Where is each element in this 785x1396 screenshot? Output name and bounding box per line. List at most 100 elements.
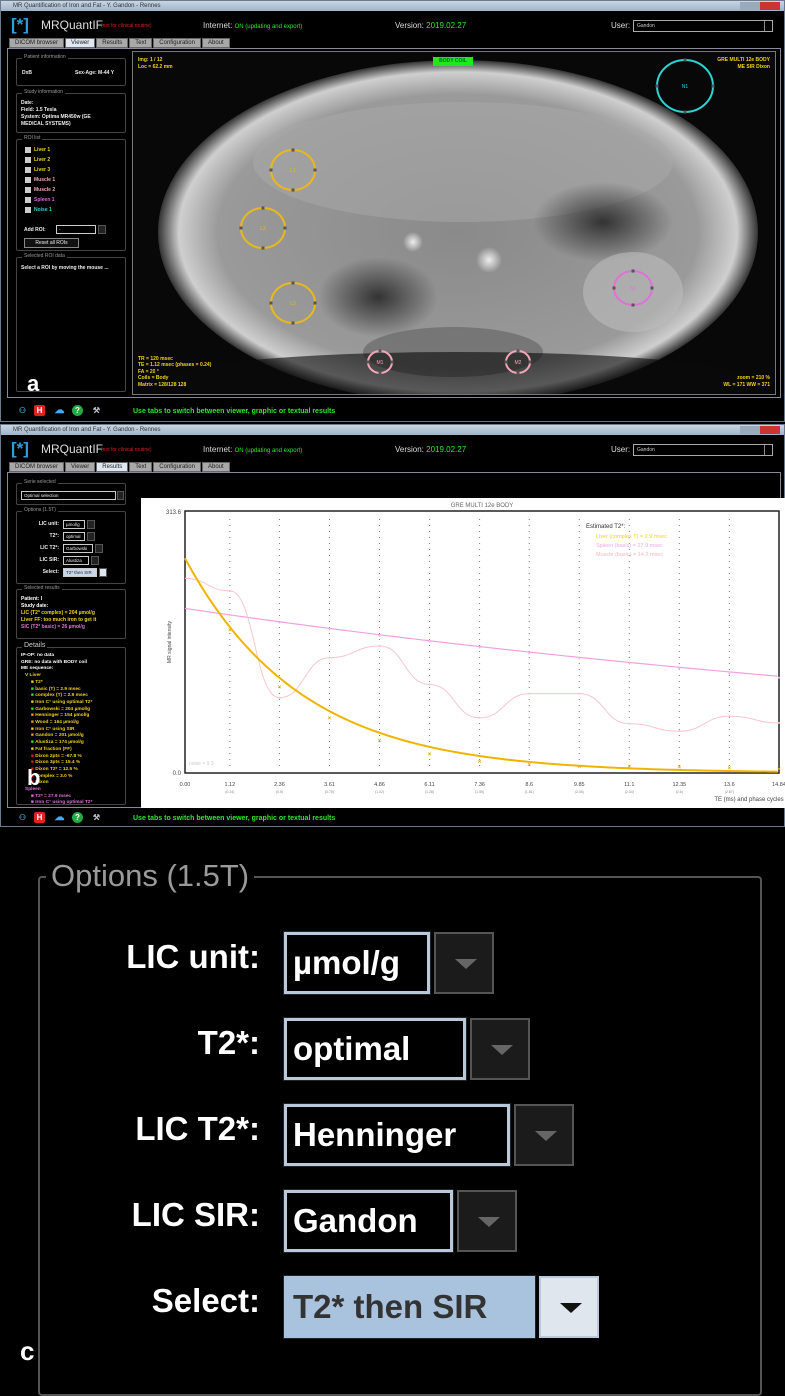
cloud-upload-icon[interactable]: ☁ (54, 405, 65, 416)
option-select[interactable]: Gandon (283, 1189, 454, 1253)
chevron-down-icon[interactable] (91, 556, 99, 565)
chevron-down-icon[interactable] (117, 491, 124, 500)
users-icon[interactable]: ⚇ (17, 812, 28, 823)
checkbox-icon[interactable] (25, 197, 31, 203)
tab-results[interactable]: Results (96, 462, 129, 472)
tab-results[interactable]: Results (96, 38, 129, 48)
cloud-upload-icon[interactable]: ☁ (54, 812, 65, 823)
option-select[interactable]: optimal (63, 532, 85, 541)
roi-handle[interactable] (291, 188, 295, 192)
checkbox-icon[interactable] (25, 187, 31, 193)
tab-text[interactable]: Text (129, 38, 153, 48)
user-select[interactable]: Gandon (633, 444, 773, 456)
roi-circle[interactable]: N1 (655, 58, 715, 114)
tab-about[interactable]: About (201, 462, 230, 472)
chevron-down-icon[interactable] (95, 544, 103, 553)
roi-checkbox-item[interactable]: Muscle 2 (25, 185, 55, 195)
roi-handle[interactable] (313, 168, 317, 172)
roi-handle[interactable] (650, 286, 654, 290)
option-select[interactable]: optimal (283, 1017, 467, 1081)
checkbox-icon[interactable] (25, 147, 31, 153)
chevron-down-icon[interactable] (99, 568, 107, 577)
h-logo-icon[interactable]: H (34, 405, 45, 416)
chevron-down-icon[interactable] (764, 21, 772, 31)
roi-handle[interactable] (283, 226, 287, 230)
network-icon[interactable]: ⚒ (91, 812, 102, 823)
roi-handle[interactable] (261, 206, 265, 210)
roi-handle[interactable] (390, 360, 394, 364)
help-icon[interactable]: ? (72, 812, 83, 823)
serie-select[interactable]: Optimal selection (21, 491, 116, 500)
roi-handle[interactable] (683, 58, 687, 62)
roi-handle[interactable] (504, 360, 508, 364)
roi-handle[interactable] (683, 110, 687, 114)
roi-handle[interactable] (516, 349, 520, 353)
checkbox-icon[interactable] (25, 207, 31, 213)
roi-handle[interactable] (261, 246, 265, 250)
tab-configuration[interactable]: Configuration (153, 38, 201, 48)
image-viewer[interactable]: L1 L2 L3 M1 M2 S1 N1 BODY COIL Img: 1 / 12 Loc … (132, 51, 776, 395)
network-icon[interactable]: ⚒ (91, 405, 102, 416)
chevron-down-icon[interactable] (514, 1104, 574, 1166)
tab-dicom-browser[interactable]: DICOM browser (9, 38, 65, 48)
roi-handle[interactable] (313, 301, 317, 305)
reset-all-rois-button[interactable]: Reset all ROIs (24, 238, 79, 248)
option-select[interactable]: Alustiza (63, 556, 89, 565)
chevron-down-icon[interactable] (457, 1190, 517, 1252)
chevron-down-icon[interactable] (434, 932, 494, 994)
roi-checkbox-item[interactable]: Liver 2 (25, 155, 55, 165)
roi-checkbox-item[interactable]: Liver 3 (25, 165, 55, 175)
option-select[interactable]: Garbowski (63, 544, 93, 553)
roi-handle[interactable] (239, 226, 243, 230)
option-select[interactable]: T2* then SIR (283, 1275, 536, 1339)
roi-handle[interactable] (291, 148, 295, 152)
roi-handle[interactable] (516, 371, 520, 375)
roi-checkbox-item[interactable]: Spleen 1 (25, 195, 55, 205)
roi-checkbox-item[interactable]: Noise 1 (25, 205, 55, 215)
tab-configuration[interactable]: Configuration (153, 462, 201, 472)
roi-handle[interactable] (711, 84, 715, 88)
checkbox-icon[interactable] (25, 157, 31, 163)
roi-handle[interactable] (378, 371, 382, 375)
tab-viewer[interactable]: Viewer (65, 38, 96, 48)
chevron-down-icon[interactable] (87, 520, 95, 529)
chevron-down-icon[interactable] (470, 1018, 530, 1080)
roi-handle[interactable] (631, 269, 635, 273)
roi-handle[interactable] (378, 349, 382, 353)
roi-handle[interactable] (291, 321, 295, 325)
roi-handle[interactable] (269, 168, 273, 172)
group-legend: Patient information (22, 54, 68, 60)
roi-checkbox-item[interactable]: Liver 1 (25, 145, 55, 155)
checkbox-icon[interactable] (25, 177, 31, 183)
roi-handle[interactable] (291, 281, 295, 285)
roi-checkbox-item[interactable]: Muscle 1 (25, 175, 55, 185)
checkbox-icon[interactable] (25, 167, 31, 173)
tab-viewer[interactable]: Viewer (65, 462, 96, 472)
option-select[interactable]: µmol/g (283, 931, 431, 995)
add-roi-select[interactable]: - (56, 225, 96, 234)
roi-label: Liver 1 (34, 147, 51, 153)
roi-handle[interactable] (366, 360, 370, 364)
chevron-down-icon[interactable] (98, 225, 106, 234)
help-icon[interactable]: ? (72, 405, 83, 416)
option-select[interactable]: µmol/g (63, 520, 85, 529)
roi-handle[interactable] (528, 360, 532, 364)
roi-handle[interactable] (612, 286, 616, 290)
user-select[interactable]: Gandon (633, 20, 773, 32)
roi-handle[interactable] (631, 303, 635, 307)
tab-dicom-browser[interactable]: DICOM browser (9, 462, 65, 472)
users-icon[interactable]: ⚇ (17, 405, 28, 416)
tab-text[interactable]: Text (129, 462, 153, 472)
tab-about[interactable]: About (201, 38, 230, 48)
chevron-down-icon[interactable] (764, 445, 772, 455)
phase-cycle-label: (2.34) (625, 790, 634, 794)
window-controls[interactable] (740, 426, 780, 434)
window-controls[interactable] (740, 2, 780, 10)
roi-handle[interactable] (655, 84, 659, 88)
roi-handle[interactable] (269, 301, 273, 305)
h-logo-icon[interactable]: H (34, 812, 45, 823)
chevron-down-icon[interactable] (87, 532, 95, 541)
option-select[interactable]: T2* then SIR (63, 568, 97, 577)
option-select[interactable]: Henninger (283, 1103, 511, 1167)
chevron-down-icon[interactable] (539, 1276, 599, 1338)
